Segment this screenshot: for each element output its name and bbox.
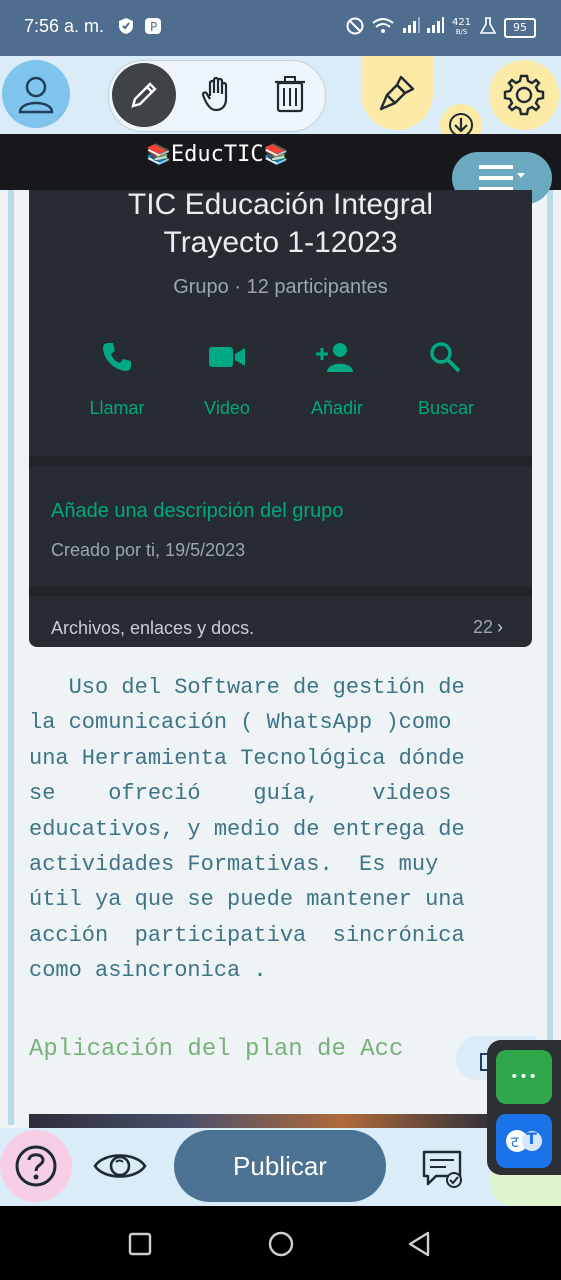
action-search-label: Buscar xyxy=(417,398,475,418)
content-paragraph: Uso del Software de gestión de la comuni… xyxy=(29,670,532,989)
publish-button[interactable]: Publicar xyxy=(174,1130,386,1202)
books-icon: 📚 xyxy=(263,142,289,166)
section-heading: Aplicación del plan de Acc xyxy=(29,1036,404,1063)
phone-icon xyxy=(100,340,134,378)
translate-label: T xyxy=(526,1129,537,1148)
signal-icon-1 xyxy=(402,17,420,37)
card-divider xyxy=(29,456,532,466)
paragraph-line: acción participativa sincrónica xyxy=(29,922,465,948)
group-description-prompt: Añade una descripción del grupo xyxy=(51,500,344,522)
brush-icon xyxy=(379,75,415,111)
files-count-value: 22 xyxy=(473,617,494,637)
home-button[interactable] xyxy=(267,1230,295,1262)
status-bar: 7:56 a. m. P 421 B/S 95 xyxy=(0,0,561,56)
paragraph-line: educativos, y medio de entrega de xyxy=(29,816,465,842)
network-speed: 421 B/S xyxy=(452,18,471,37)
shield-icon xyxy=(118,17,134,39)
add-person-icon xyxy=(314,340,356,378)
network-speed-unit: B/S xyxy=(455,28,468,36)
trash-button[interactable] xyxy=(262,66,318,122)
comment-check-icon xyxy=(422,1150,462,1188)
comments-button[interactable] xyxy=(412,1138,472,1198)
square-icon xyxy=(128,1232,152,1256)
content-frame-right xyxy=(547,190,553,1125)
video-icon xyxy=(207,342,247,376)
group-created-date: Creado por ti, 19/5/2023 xyxy=(51,540,246,560)
circle-icon xyxy=(268,1231,294,1257)
eye-icon xyxy=(93,1154,147,1178)
network-speed-value: 421 xyxy=(452,17,472,28)
more-options-button[interactable]: ••• xyxy=(496,1050,552,1104)
help-icon xyxy=(15,1145,57,1187)
triangle-back-icon xyxy=(408,1231,430,1257)
settings-button[interactable] xyxy=(489,60,559,130)
pencil-button[interactable] xyxy=(112,63,176,127)
paragraph-line: útil ya que se puede mantener una xyxy=(29,887,465,913)
user-icon xyxy=(18,76,54,114)
chevron-right-icon: › xyxy=(497,617,504,637)
card-divider xyxy=(29,586,532,596)
pencil-icon xyxy=(131,82,157,108)
signal-icon-2 xyxy=(426,17,444,37)
back-button[interactable] xyxy=(406,1230,432,1262)
files-count: 22 › xyxy=(473,617,503,638)
system-nav-bar xyxy=(0,1206,561,1280)
battery-indicator: 95 xyxy=(504,18,536,38)
books-icon: 📚 xyxy=(146,142,171,166)
recents-button[interactable] xyxy=(128,1232,152,1260)
paragraph-line: se ofreció guía, videos xyxy=(29,781,452,807)
image-preview-strip xyxy=(29,1114,499,1128)
group-name-line1: TIC Educación Integral xyxy=(127,188,434,221)
files-label: Archivos, enlaces y docs. xyxy=(51,618,255,638)
brand-title: 📚EducTIC📚 xyxy=(146,142,289,167)
brand-title-text: EducTIC xyxy=(170,142,264,167)
group-name-line2: Trayecto 1-12023 xyxy=(163,226,398,259)
content-frame-left xyxy=(8,190,14,1125)
search-icon xyxy=(428,340,462,378)
svg-text:P: P xyxy=(150,20,157,34)
wifi-icon xyxy=(372,17,394,39)
paragraph-line: Uso del Software de gestión de xyxy=(29,675,465,700)
preview-button[interactable] xyxy=(88,1134,152,1198)
hand-button[interactable] xyxy=(190,66,246,122)
group-subtitle: Grupo · 12 participantes xyxy=(173,276,388,298)
more-dots-icon: ••• xyxy=(510,1069,538,1085)
brush-button[interactable] xyxy=(361,56,433,130)
trash-icon xyxy=(275,76,305,113)
help-button[interactable] xyxy=(0,1130,72,1202)
paragraph-line: una Herramienta Tecnológica dónde xyxy=(29,745,465,771)
app-notification-icon: P xyxy=(144,17,162,39)
action-add-label: Añadir xyxy=(310,398,364,418)
profile-button[interactable] xyxy=(2,60,70,128)
translate-button[interactable]: ट T xyxy=(496,1114,552,1168)
paragraph-line: actividades Formativas. Es muy xyxy=(29,852,439,878)
do-not-disturb-icon xyxy=(346,17,364,39)
svg-text:ट: ट xyxy=(511,1133,519,1151)
flask-icon xyxy=(479,17,497,39)
paragraph-line: como asincronica . xyxy=(29,958,267,984)
paragraph-line: la comunicación ( WhatsApp )como xyxy=(29,710,452,736)
translate-icon: ट xyxy=(506,1130,542,1152)
action-call-label: Llamar xyxy=(89,398,145,418)
hand-icon xyxy=(201,76,228,112)
status-time: 7:56 a. m. xyxy=(24,16,105,36)
gear-icon xyxy=(503,74,545,116)
action-video-label: Video xyxy=(204,398,250,418)
